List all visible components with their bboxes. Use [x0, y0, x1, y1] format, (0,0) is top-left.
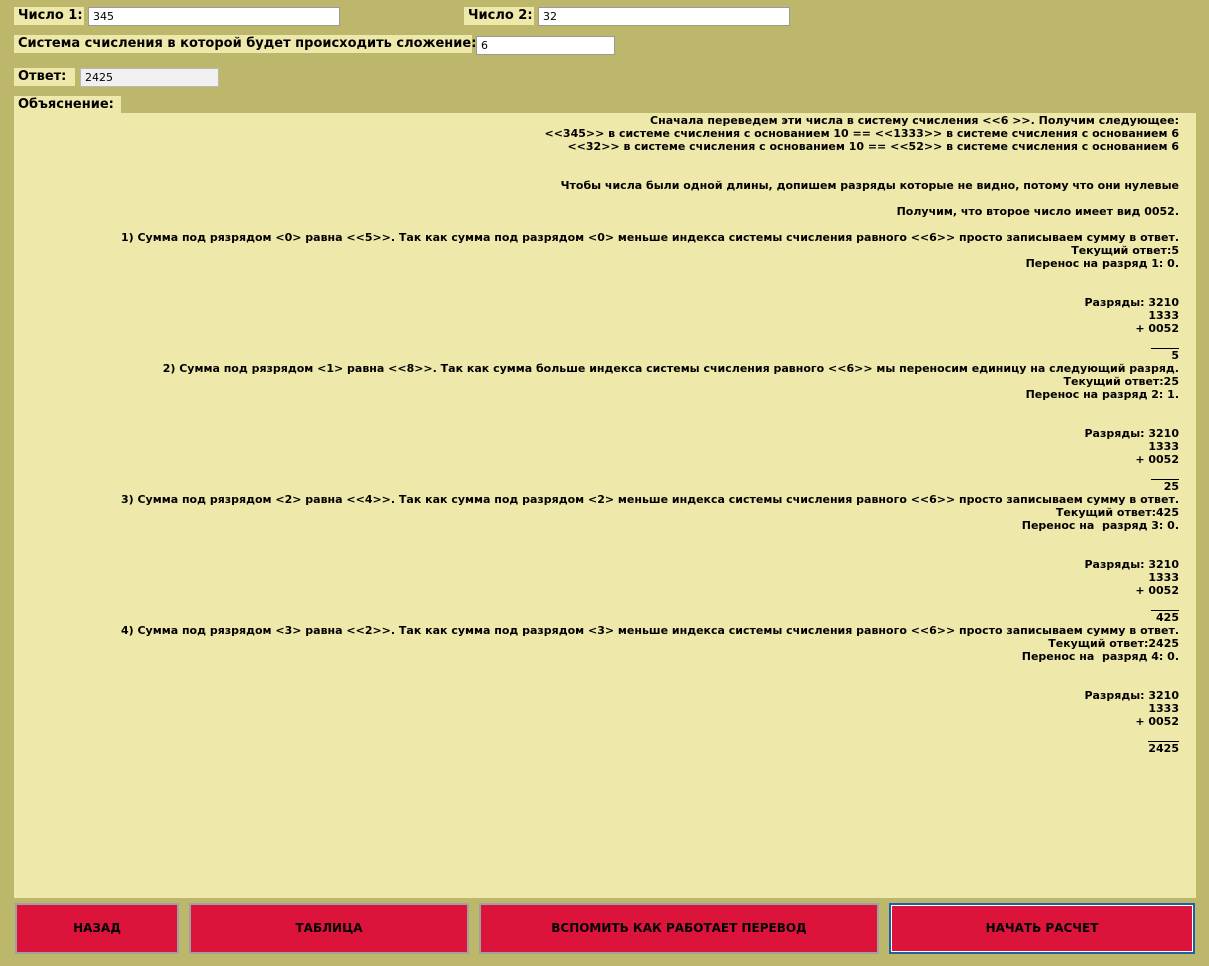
explanation-line: 425: [14, 610, 1179, 624]
explanation-line: [14, 414, 1179, 427]
explanation-line: [14, 532, 1179, 545]
explanation-line: [14, 466, 1179, 479]
explanation-line: Чтобы числа были одной длины, допишем ра…: [560, 179, 1179, 192]
explanation-line: Перенос на разряд 4: 0.: [1021, 650, 1179, 663]
explanation-line: <<32>> в системе счисления с основанием …: [567, 140, 1179, 153]
explanation-line: 25: [14, 479, 1179, 493]
number2-input[interactable]: [538, 7, 790, 26]
explanation-line: [14, 545, 1179, 558]
explanation-line: + 0052: [1135, 453, 1179, 466]
explanation-line: Получим, что второе число имеет вид 0052…: [896, 205, 1179, 218]
explanation-line: Перенос на разряд 1: 0.: [1025, 257, 1179, 270]
explanation-line: + 0052: [1135, 715, 1179, 728]
explanation-label: Объяснение:: [14, 96, 121, 114]
explanation-line: Разряды: 3210: [1084, 296, 1180, 309]
explanation-line: Текущий ответ:25: [1063, 375, 1179, 388]
explanation-line: Текущий ответ:5: [1071, 244, 1179, 257]
explanation-line: 3) Сумма под рязрядом <2> равна <<4>>. Т…: [120, 493, 1179, 506]
answer-output[interactable]: [80, 68, 219, 87]
number2-label: Число 2:: [464, 7, 534, 25]
explanation-line: 1333: [1148, 571, 1179, 584]
back-button[interactable]: НАЗАД: [15, 903, 179, 954]
base-label: Система счисления в которой будет происх…: [14, 35, 476, 53]
explanation-line: [14, 401, 1179, 414]
explanation-line: 4) Сумма под рязрядом <3> равна <<2>>. Т…: [120, 624, 1179, 637]
base-input[interactable]: [476, 36, 615, 55]
answer-label: Ответ:: [14, 68, 75, 86]
table-button[interactable]: ТАБЛИЦА: [189, 903, 469, 954]
explanation-line: Текущий ответ:2425: [1048, 637, 1179, 650]
explanation-line: [14, 166, 1179, 179]
explanation-line: [14, 676, 1179, 689]
explanation-line: <<345>> в системе счисления с основанием…: [544, 127, 1180, 140]
explanation-line: [14, 597, 1179, 610]
number1-input[interactable]: [88, 7, 340, 26]
explanation-line: [14, 192, 1179, 205]
remember-conversion-button[interactable]: ВСПОМИТЬ КАК РАБОТАЕТ ПЕРЕВОД: [479, 903, 879, 954]
explanation-line: 1333: [1148, 309, 1179, 322]
explanation-line: Разряды: 3210: [1084, 689, 1180, 702]
explanation-line: Перенос на разряд 2: 1.: [1025, 388, 1179, 401]
explanation-line: Текущий ответ:425: [1055, 506, 1179, 519]
explanation-line: [14, 728, 1179, 741]
explanation-text: Сначала переведем эти числа в систему сч…: [14, 113, 1179, 755]
explanation-line: 1333: [1148, 702, 1179, 715]
explanation-line: [14, 270, 1179, 283]
explanation-line: [14, 218, 1179, 231]
explanation-line: 5: [14, 348, 1179, 362]
explanation-line: + 0052: [1135, 322, 1179, 335]
explanation-line: [14, 335, 1179, 348]
explanation-line: + 0052: [1135, 584, 1179, 597]
explanation-line: 1333: [1148, 440, 1179, 453]
explanation-line: 1) Сумма под рязрядом <0> равна <<5>>. Т…: [120, 231, 1179, 244]
number1-label: Число 1:: [14, 7, 84, 25]
explanation-line: Перенос на разряд 3: 0.: [1021, 519, 1179, 532]
explanation-line: Сначала переведем эти числа в систему сч…: [650, 114, 1179, 127]
explanation-line: Разряды: 3210: [1084, 427, 1180, 440]
explanation-line: [14, 663, 1179, 676]
explanation-line: [14, 153, 1179, 166]
explanation-line: Разряды: 3210: [1084, 558, 1180, 571]
explanation-panel[interactable]: Сначала переведем эти числа в систему сч…: [14, 113, 1196, 898]
explanation-line: 2425: [1148, 741, 1179, 755]
start-calculation-button[interactable]: НАЧАТЬ РАСЧЕТ: [889, 903, 1195, 954]
explanation-line: 2) Сумма под рязрядом <1> равна <<8>>. Т…: [162, 362, 1179, 375]
explanation-line: [14, 283, 1179, 296]
